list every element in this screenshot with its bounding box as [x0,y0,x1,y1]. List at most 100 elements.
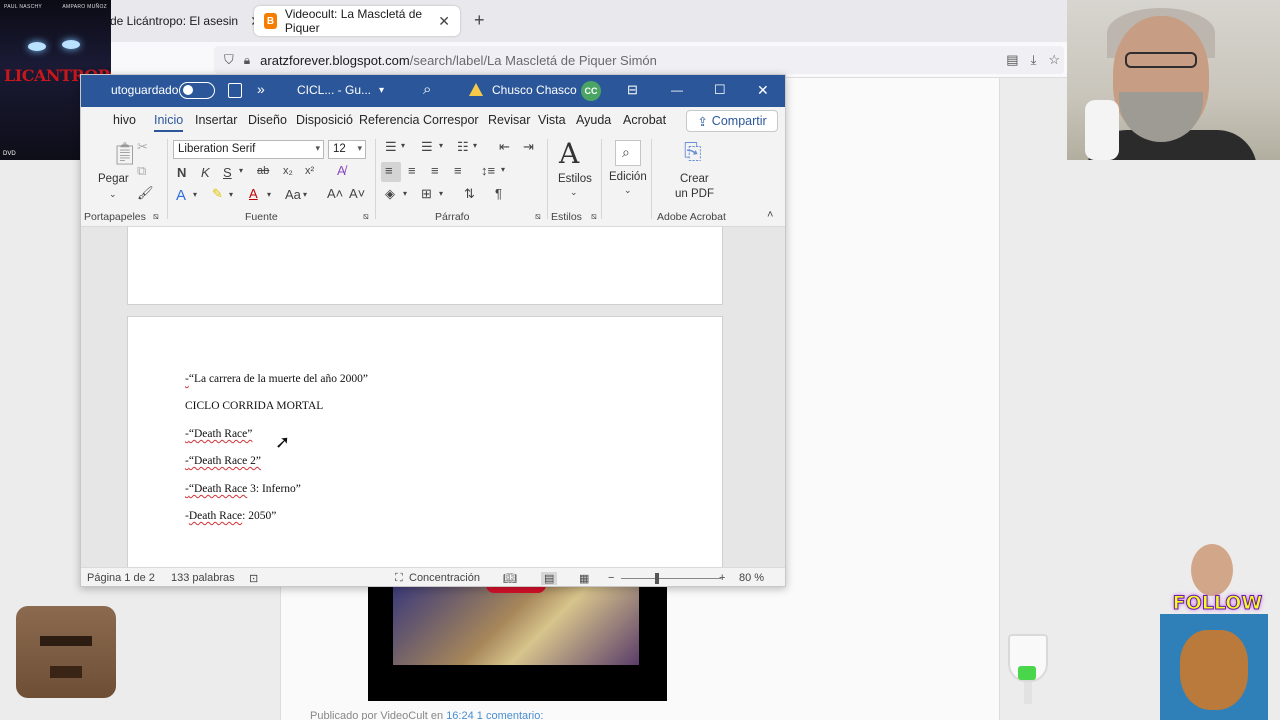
document-canvas[interactable]: -“La carrera de la muerte del año 2000” … [81,227,785,567]
reader-view-icon[interactable]: ▤ [1006,52,1018,68]
text-effects-dropdown-icon[interactable]: ▾ [193,190,197,199]
minimize-button[interactable]: — [671,83,683,97]
tab-diseno[interactable]: Diseño [248,113,287,127]
underline-button[interactable]: S [223,165,232,180]
dialog-launcher-icon[interactable]: ⧅ [535,211,541,222]
ribbon-display-icon[interactable]: ⊟ [627,82,638,98]
paste-icon[interactable]: 📋︎ [111,141,139,167]
more-commands-icon[interactable]: » [257,81,265,97]
numbering-icon[interactable]: ☰ [421,139,433,155]
underline-dropdown-icon[interactable]: ▾ [239,166,243,175]
tab-ayuda[interactable]: Ayuda [576,113,611,127]
new-tab-button[interactable]: + [474,10,485,31]
proofing-icon[interactable]: ⊡ [249,572,258,585]
zoom-slider[interactable] [621,578,721,579]
create-pdf-icon[interactable]: ⎘ [684,139,702,165]
document-page-2[interactable]: -“La carrera de la muerte del año 2000” … [127,316,723,567]
document-name[interactable]: CICL... - Gu... [297,83,371,97]
bullets-dropdown-icon[interactable]: ▾ [401,141,405,150]
browser-tab-licantropo[interactable]: de Licántropo: El asesin ✕ [100,6,272,36]
tab-archivo[interactable]: hivo [113,113,136,127]
zoom-out-button[interactable]: − [608,572,614,584]
editing-button[interactable]: Edición [609,171,647,183]
decrease-indent-icon[interactable]: ⇤ [499,139,510,155]
post-time-link[interactable]: 16:24 [446,710,474,720]
user-name[interactable]: Chusco Chasco [492,83,577,97]
editing-search-icon[interactable]: ⌕ [615,140,641,166]
save-icon[interactable] [228,83,242,98]
styles-button[interactable]: Estilos [558,173,592,185]
increase-indent-icon[interactable]: ⇥ [523,139,534,155]
font-color-icon[interactable]: A [249,186,258,201]
close-button[interactable]: ✕ [757,82,769,99]
create-pdf-label-1[interactable]: Crear [680,173,709,185]
tab-acrobat[interactable]: Acrobat [623,113,666,127]
lock-icon[interactable]: 🔒︎ [244,53,250,68]
zoom-level[interactable]: 80 % [739,572,764,584]
borders-dropdown-icon[interactable]: ▾ [439,189,443,198]
read-mode-icon[interactable]: 📖︎ [503,572,517,585]
bookmark-star-icon[interactable]: ☆ [1048,52,1060,68]
shrink-font-icon[interactable]: A˅ [349,186,365,201]
download-icon[interactable]: ⤓ [1031,52,1037,68]
tab-vista[interactable]: Vista [538,113,566,127]
maximize-button[interactable]: ☐ [714,82,726,98]
search-icon[interactable]: ⌕ [423,81,431,98]
italic-button[interactable]: K [201,165,210,180]
align-left-icon[interactable]: ≡ [385,163,393,178]
align-right-icon[interactable]: ≡ [431,163,439,178]
align-center-icon[interactable]: ≡ [408,163,416,178]
multilevel-dropdown-icon[interactable]: ▾ [473,141,477,150]
user-avatar[interactable]: CC [581,81,601,101]
print-layout-icon[interactable]: ▤ [541,572,558,585]
paste-dropdown-icon[interactable]: ⌄ [109,189,117,200]
tab-correspondencia[interactable]: Correspor [423,113,479,127]
video-embed[interactable] [368,583,667,701]
dialog-launcher-icon[interactable]: ⧅ [363,211,369,222]
styles-dropdown-icon[interactable]: ⌄ [570,187,578,198]
text-effects-icon[interactable]: A [176,187,186,204]
focus-mode-label[interactable]: Concentración [409,572,480,584]
post-comments-link[interactable]: 1 comentario: [477,710,544,720]
bold-button[interactable]: N [177,165,186,180]
shading-dropdown-icon[interactable]: ▾ [403,189,407,198]
format-painter-icon[interactable]: 🖌︎ [137,185,154,201]
line-spacing-icon[interactable]: ↕≡ [481,163,495,178]
sort-icon[interactable]: ⇅ [464,186,475,202]
warning-icon[interactable] [469,83,483,96]
autosave-toggle[interactable] [179,82,215,99]
dialog-launcher-icon[interactable]: ⧅ [591,211,597,222]
paste-button[interactable]: Pegar [98,173,129,185]
doc-name-dropdown-icon[interactable]: ▾ [379,85,384,96]
url-field[interactable]: ⛉ 🔒︎ aratzforever.blogspot.com/search/la… [214,46,1064,74]
editing-dropdown-icon[interactable]: ⌄ [624,185,632,196]
highlight-icon[interactable]: ✎ [212,186,223,202]
zoom-in-button[interactable]: + [719,572,725,584]
subscript-button[interactable]: x₂ [283,165,293,177]
borders-icon[interactable]: ⊞ [421,186,432,202]
numbering-dropdown-icon[interactable]: ▾ [439,141,443,150]
browser-tab-videocult[interactable]: B Videocult: La Mascletá de Piquer ✕ [254,6,460,36]
cut-icon[interactable]: ✂ [137,139,148,155]
change-case-icon[interactable]: Aa [285,187,301,202]
bullets-icon[interactable]: ☰ [385,139,397,155]
dialog-launcher-icon[interactable]: ⧅ [153,211,159,222]
change-case-dropdown-icon[interactable]: ▾ [303,190,307,199]
web-layout-icon[interactable]: ▦ [579,572,589,585]
font-color-dropdown-icon[interactable]: ▾ [267,190,271,199]
styles-icon[interactable]: A [559,137,579,170]
shading-icon[interactable]: ◈ [385,186,395,202]
share-button[interactable]: ⇪ Compartir [686,110,778,132]
copy-icon[interactable]: ⧉ [137,163,146,179]
tab-referencias[interactable]: Referencia [359,113,419,127]
zoom-slider-thumb[interactable] [655,573,659,584]
close-tab-icon[interactable]: ✕ [438,13,450,30]
show-formatting-icon[interactable]: ¶ [495,186,502,201]
create-pdf-label-2[interactable]: un PDF [675,188,714,200]
clear-formatting-icon[interactable]: A̸ [337,163,346,178]
collapse-ribbon-icon[interactable]: ˄ [767,209,773,221]
multilevel-list-icon[interactable]: ☷ [457,139,469,155]
focus-icon[interactable]: ⛶ [395,572,403,585]
grow-font-icon[interactable]: A˄ [327,186,343,201]
font-name-select[interactable]: Liberation Serif ▾ [173,140,324,159]
